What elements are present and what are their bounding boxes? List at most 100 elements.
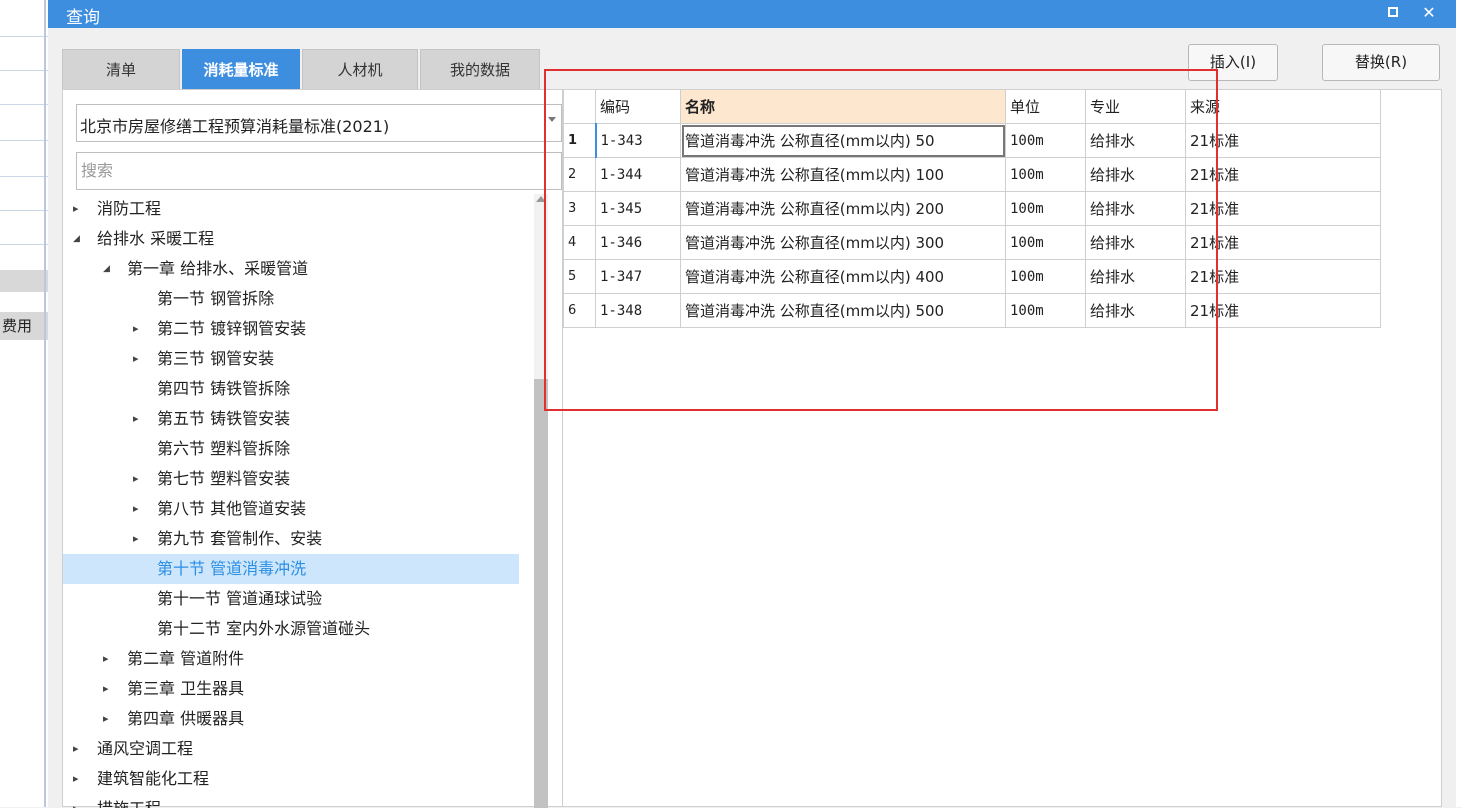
expand-arrow-icon[interactable]: ▸ [133,494,139,524]
table-row[interactable]: 1 1-343 管道消毒冲洗 公称直径(mm以内) 50 100m 给排水 21… [563,123,1381,158]
tree-item[interactable]: 第十二节 室内外水源管道碰头 [63,614,519,644]
tree-item-selected[interactable]: 第十节 管道消毒冲洗 [63,554,519,584]
tree-item-label: 第四节 铸铁管拆除 [157,379,291,398]
tree-item[interactable]: ▸ 通风空调工程 [63,734,519,764]
expand-arrow-icon[interactable]: ▸ [133,344,139,374]
cell-unit[interactable]: 100m [1005,191,1086,226]
expand-arrow-icon[interactable]: ▸ [133,524,139,554]
cell-code[interactable]: 1-345 [595,191,681,226]
column-header-source[interactable]: 来源 [1185,89,1381,124]
search-box [76,152,562,190]
tree-item[interactable]: ▸ 消防工程 [63,194,519,224]
table-row[interactable]: 4 1-346 管道消毒冲洗 公称直径(mm以内) 300 100m 给排水 2… [563,225,1381,260]
tree-item[interactable]: ▸ 第二章 管道附件 [63,644,519,674]
cell-name[interactable]: 管道消毒冲洗 公称直径(mm以内) 200 [680,191,1006,226]
expand-arrow-icon[interactable]: ▸ [73,194,79,224]
expand-arrow-icon[interactable]: ▸ [133,404,139,434]
tree-item[interactable]: ▸ 第七节 塑料管安装 [63,464,519,494]
tab-consumption-standard[interactable]: 消耗量标准 [182,49,300,89]
tree-item[interactable]: ◢ 第一章 给排水、采暖管道 [63,254,519,284]
tree-item-label: 第二节 镀锌钢管安装 [157,319,307,338]
table-row[interactable]: 5 1-347 管道消毒冲洗 公称直径(mm以内) 400 100m 给排水 2… [563,259,1381,294]
tree-item[interactable]: ▸ 建筑智能化工程 [63,764,519,794]
cell-source[interactable]: 21标准 [1185,225,1381,260]
tree-item[interactable]: 第一节 钢管拆除 [63,284,519,314]
expand-arrow-icon[interactable]: ▸ [133,464,139,494]
expand-arrow-icon[interactable]: ▸ [103,674,109,704]
cell-source[interactable]: 21标准 [1185,259,1381,294]
cell-major[interactable]: 给排水 [1085,191,1186,226]
table-row[interactable]: 2 1-344 管道消毒冲洗 公称直径(mm以内) 100 100m 给排水 2… [563,157,1381,192]
cell-code[interactable]: 1-343 [594,123,681,158]
collapse-arrow-icon[interactable]: ◢ [103,254,110,284]
tree-item-label: 第九节 套管制作、安装 [157,529,323,548]
column-header-unit[interactable]: 单位 [1005,89,1086,124]
row-number: 4 [563,225,596,260]
table-row[interactable]: 6 1-348 管道消毒冲洗 公称直径(mm以内) 500 100m 给排水 2… [563,293,1381,328]
chevron-down-icon [548,117,556,122]
cell-source[interactable]: 21标准 [1185,157,1381,192]
tree-item[interactable]: ▸ 第二节 镀锌钢管安装 [63,314,519,344]
cell-major[interactable]: 给排水 [1085,123,1186,158]
tree-item[interactable]: 第十一节 管道通球试验 [63,584,519,614]
cell-code[interactable]: 1-348 [595,293,681,328]
cell-source[interactable]: 21标准 [1185,191,1381,226]
tree-item[interactable]: 第四节 铸铁管拆除 [63,374,519,404]
tree-item[interactable]: ▸ 第三章 卫生器具 [63,674,519,704]
column-header-major[interactable]: 专业 [1085,89,1186,124]
cell-code[interactable]: 1-346 [595,225,681,260]
tab-my-data[interactable]: 我的数据 [420,49,540,89]
search-input[interactable] [77,153,555,187]
tree-item[interactable]: ▸ 措施工程 [63,794,519,808]
cell-unit[interactable]: 100m [1005,225,1086,260]
cell-name[interactable]: 管道消毒冲洗 公称直径(mm以内) 100 [680,157,1006,192]
table-row[interactable]: 3 1-345 管道消毒冲洗 公称直径(mm以内) 200 100m 给排水 2… [563,191,1381,226]
standard-select[interactable]: 北京市房屋修缮工程预算消耗量标准(2021) [76,104,562,142]
cell-code[interactable]: 1-344 [595,157,681,192]
close-button[interactable]: ✕ [1416,0,1442,26]
scroll-up-icon[interactable] [536,196,546,202]
standard-select-value: 北京市房屋修缮工程预算消耗量标准(2021) [80,117,390,136]
cell-unit[interactable]: 100m [1005,157,1086,192]
expand-arrow-icon[interactable]: ▸ [103,644,109,674]
cell-unit[interactable]: 100m [1005,123,1086,158]
cell-name[interactable]: 管道消毒冲洗 公称直径(mm以内) 400 [680,259,1006,294]
expand-arrow-icon[interactable]: ▸ [73,734,79,764]
cell-name[interactable]: 管道消毒冲洗 公称直径(mm以内) 50 [680,123,1006,158]
tree-item[interactable]: ▸ 第五节 铸铁管安装 [63,404,519,434]
bg-grid-line [0,36,48,37]
cell-name[interactable]: 管道消毒冲洗 公称直径(mm以内) 500 [680,293,1006,328]
cell-major[interactable]: 给排水 [1085,225,1186,260]
tree-scrollbar[interactable] [534,194,548,808]
tree-item[interactable]: 第六节 塑料管拆除 [63,434,519,464]
expand-arrow-icon[interactable]: ▸ [73,764,79,794]
tree-item[interactable]: ▸ 第八节 其他管道安装 [63,494,519,524]
cell-major[interactable]: 给排水 [1085,259,1186,294]
cell-major[interactable]: 给排水 [1085,293,1186,328]
tab-list[interactable]: 清单 [62,49,180,89]
expand-arrow-icon[interactable]: ▸ [103,704,109,734]
tree-item[interactable]: ◢ 给排水 采暖工程 [63,224,519,254]
expand-arrow-icon[interactable]: ▸ [133,314,139,344]
scrollbar-thumb[interactable] [534,379,548,808]
restore-button[interactable] [1382,0,1408,26]
cell-source[interactable]: 21标准 [1185,123,1381,158]
column-header-code[interactable]: 编码 [595,89,681,124]
row-number: 3 [563,191,596,226]
cell-major[interactable]: 给排水 [1085,157,1186,192]
cell-unit[interactable]: 100m [1005,293,1086,328]
cell-unit[interactable]: 100m [1005,259,1086,294]
insert-button[interactable]: 插入(I) [1188,44,1278,81]
replace-button[interactable]: 替换(R) [1322,44,1440,81]
tree-item[interactable]: ▸ 第九节 套管制作、安装 [63,524,519,554]
cell-code[interactable]: 1-347 [595,259,681,294]
expand-arrow-icon[interactable]: ▸ [73,794,79,808]
column-header-name[interactable]: 名称 [680,89,1006,124]
tab-labor-material-machine[interactable]: 人材机 [302,49,418,89]
cell-source[interactable]: 21标准 [1185,293,1381,328]
cell-name[interactable]: 管道消毒冲洗 公称直径(mm以内) 300 [680,225,1006,260]
tree-item[interactable]: ▸ 第三节 钢管安装 [63,344,519,374]
bg-fee-tab[interactable]: 费用 [0,312,48,340]
tree-item[interactable]: ▸ 第四章 供暖器具 [63,704,519,734]
collapse-arrow-icon[interactable]: ◢ [73,224,80,254]
